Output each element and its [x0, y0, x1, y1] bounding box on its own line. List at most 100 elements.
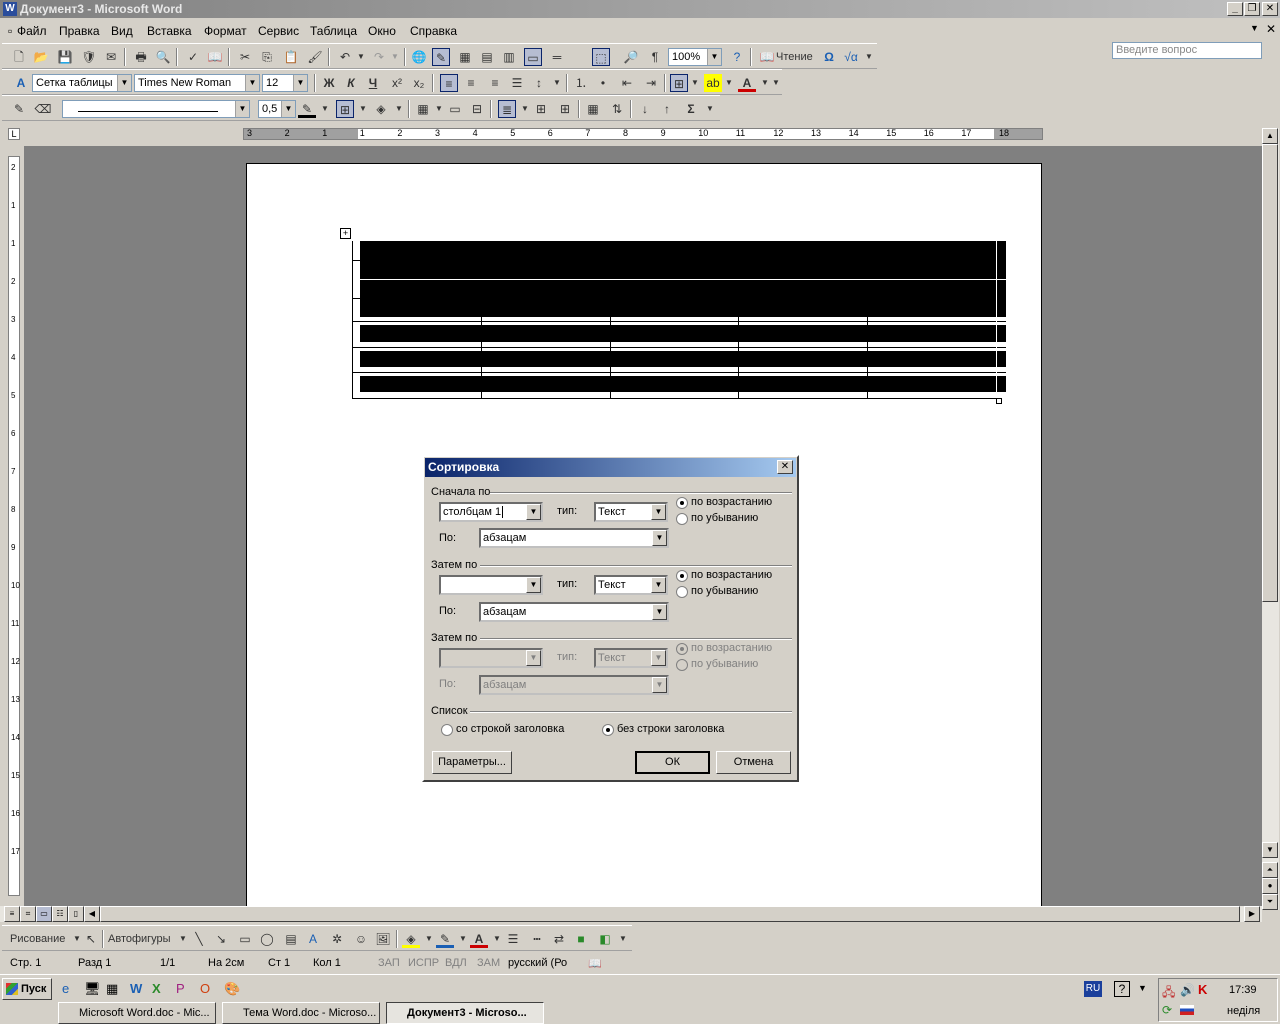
close-button[interactable]: ✕ — [1262, 2, 1278, 16]
research-icon[interactable]: 📖 — [206, 48, 224, 66]
eraser-icon[interactable]: ⌫ — [34, 100, 52, 118]
paint-icon[interactable]: 🎨 — [224, 981, 240, 997]
h-scroll-thumb[interactable] — [100, 906, 1240, 922]
ask-dropdown-icon[interactable]: ▼ — [1250, 23, 1259, 33]
table-row[interactable] — [360, 241, 1006, 279]
dialog-close-button[interactable]: ✕ — [777, 460, 793, 474]
network-tray-icon[interactable]: 🖧 — [1162, 983, 1175, 1004]
oval-icon[interactable]: ◯ — [258, 930, 276, 948]
merge-cells-icon[interactable]: ▭ — [446, 100, 464, 118]
zoom-combo[interactable]: 100% ▼ — [668, 48, 722, 66]
table-resize-handle[interactable] — [996, 398, 1002, 404]
border-color-icon[interactable]: ✎ — [298, 100, 316, 118]
clock-time[interactable]: 17:39 — [1229, 984, 1257, 996]
start-button[interactable]: Пуск — [2, 978, 52, 1000]
border-color-dropdown-icon[interactable]: ▼ — [316, 100, 334, 118]
redo-dropdown-icon[interactable]: ▼ — [386, 48, 404, 66]
save-icon[interactable]: 💾 — [56, 48, 74, 66]
style-combo[interactable]: Сетка таблицы ▼ — [32, 74, 132, 92]
powerpoint-icon[interactable]: P — [176, 981, 185, 996]
chevron-down-icon[interactable]: ▼ — [526, 504, 541, 520]
options-button[interactable]: Параметры... — [432, 751, 512, 774]
chevron-down-icon[interactable]: ▼ — [652, 677, 667, 693]
chevron-down-icon[interactable]: ▼ — [651, 650, 666, 666]
chevron-down-icon[interactable]: ▼ — [651, 577, 666, 593]
spelling-icon[interactable]: ✓ — [184, 48, 202, 66]
pilcrow-icon[interactable]: ¶ — [646, 48, 664, 66]
show-hide-icon[interactable]: 🔎 — [622, 48, 640, 66]
ie-icon[interactable]: e — [62, 981, 69, 996]
dialog-title-bar[interactable]: Сортировка ✕ — [425, 458, 796, 477]
then-by-field-combo[interactable]: ▼ — [439, 575, 543, 595]
autosum-icon[interactable]: Σ — [682, 100, 700, 118]
table-row[interactable] — [360, 280, 1006, 317]
bold-button[interactable]: Ж — [320, 74, 338, 92]
status-ovr[interactable]: ЗАМ — [477, 957, 500, 969]
line-style-combo[interactable]: ▼ — [62, 100, 250, 118]
menu-help[interactable]: Справка — [410, 24, 457, 38]
select-objects-icon[interactable]: ↖ — [82, 930, 100, 948]
align-right-icon[interactable]: ≡ — [486, 74, 504, 92]
previous-page-icon[interactable]: ⏶ — [1262, 862, 1278, 878]
menu-window[interactable]: Окно — [368, 24, 396, 38]
line-color-icon[interactable]: ✎ — [436, 930, 454, 948]
wordart-icon[interactable]: A — [304, 930, 322, 948]
table-move-handle-icon[interactable]: + — [340, 228, 351, 239]
volume-tray-icon[interactable]: 🔊 — [1180, 983, 1195, 997]
scroll-left-icon[interactable]: ◀ — [84, 906, 100, 922]
tray-expand-icon[interactable]: ▼ — [1138, 983, 1147, 993]
outline-view-icon[interactable]: ☷ — [52, 906, 68, 922]
toolbar-options-icon[interactable]: ▼ — [706, 100, 714, 118]
open-icon[interactable]: 📂 — [32, 48, 50, 66]
insert-excel-icon[interactable]: ▤ — [478, 48, 496, 66]
header-row-radio[interactable] — [441, 724, 453, 736]
language-indicator[interactable]: RU — [1084, 981, 1102, 997]
sync-tray-icon[interactable]: ⟳ — [1162, 1003, 1172, 1017]
status-rec[interactable]: ЗАП — [378, 957, 400, 969]
diagram-icon[interactable]: ✲ — [328, 930, 346, 948]
then-by-2-type-combo[interactable]: Текст ▼ — [594, 648, 668, 668]
menu-format[interactable]: Формат — [204, 24, 247, 38]
no-header-row-radio[interactable] — [602, 724, 614, 736]
sort-by-descending-label[interactable]: по убыванию — [691, 512, 758, 524]
email-icon[interactable]: ✉ — [102, 48, 120, 66]
sort-by-type-combo[interactable]: Текст ▼ — [594, 502, 668, 522]
arrow-style-icon[interactable]: ⇄ — [550, 930, 568, 948]
font-color-icon[interactable]: A — [738, 74, 756, 92]
status-trk[interactable]: ИСПР — [408, 957, 439, 969]
chevron-down-icon[interactable]: ▼ — [526, 577, 541, 593]
ask-question-input[interactable]: Введите вопрос — [1112, 42, 1262, 59]
new-document-icon[interactable]: 🗋 — [10, 48, 28, 66]
clipart-icon[interactable]: ☺ — [352, 930, 370, 948]
excel-icon[interactable]: X — [152, 981, 161, 996]
highlight-dropdown-icon[interactable]: ▼ — [720, 74, 738, 92]
shading-icon[interactable]: ◈ — [372, 100, 390, 118]
sort-by-ascending-label[interactable]: по возрастанию — [691, 496, 772, 508]
table-row[interactable] — [360, 325, 1006, 342]
shading-dropdown-icon[interactable]: ▼ — [390, 100, 408, 118]
sort-by-using-combo[interactable]: абзацам ▼ — [479, 528, 669, 548]
increase-indent-icon[interactable]: ⇥ — [642, 74, 660, 92]
vertical-ruler-bar[interactable]: 2 1 1 2 3 4 5 6 7 8 9 10 11 12 13 14 15 16 17 — [8, 156, 20, 896]
numbering-icon[interactable]: ⒈ — [572, 74, 590, 92]
bullets-icon[interactable]: • — [594, 74, 612, 92]
vertical-ruler[interactable]: 2 1 1 2 3 4 5 6 7 8 9 10 11 12 13 14 15 16 17 — [4, 146, 22, 908]
word-app-icon[interactable]: W — [3, 2, 17, 16]
chevron-down-icon[interactable]: ▼ — [293, 75, 307, 91]
paste-icon[interactable]: 📋 — [282, 48, 300, 66]
superscript-icon[interactable]: x² — [388, 74, 406, 92]
ruler-bar[interactable]: 3 2 1 1 2 3 4 5 6 7 8 9 10 11 12 13 14 15 16 17 18 — [243, 128, 1043, 140]
then-by-type-combo[interactable]: Текст ▼ — [594, 575, 668, 595]
then-by-2-field-combo[interactable]: ▼ — [439, 648, 543, 668]
font-color-icon[interactable]: A — [470, 930, 488, 948]
format-painter-icon[interactable]: 🖌 — [306, 48, 324, 66]
scroll-thumb[interactable] — [1262, 144, 1278, 602]
ok-button[interactable]: ОК — [635, 751, 710, 774]
copy-icon[interactable]: ⎘ — [258, 48, 276, 66]
chevron-down-icon[interactable]: ▼ — [652, 604, 667, 620]
reading-layout-icon[interactable]: ▯ — [68, 906, 84, 922]
equation-icon[interactable]: √α — [842, 48, 860, 66]
print-layout-icon[interactable]: ▭ — [36, 906, 52, 922]
document-map-icon[interactable]: ⬚ — [592, 48, 610, 66]
font-size-combo[interactable]: 12 ▼ — [262, 74, 308, 92]
